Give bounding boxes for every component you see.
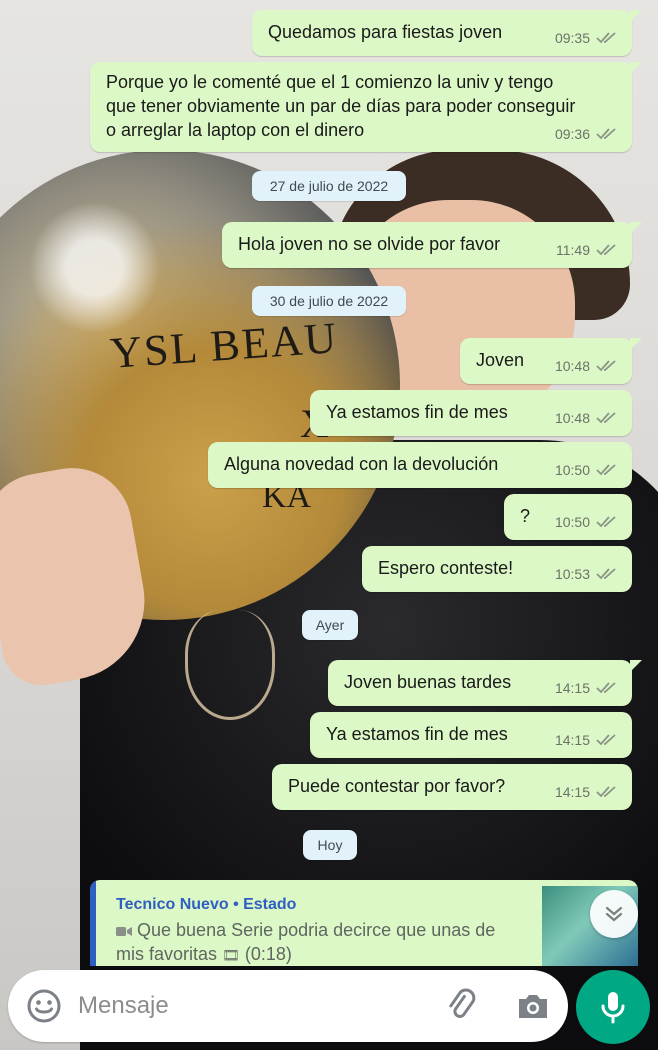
camera-icon[interactable] <box>514 988 552 1024</box>
reply-text: Que buena Serie podria decirce que unas … <box>116 918 506 966</box>
message-time: 09:35 <box>554 30 590 46</box>
double-check-icon <box>596 464 616 476</box>
film-emoji-icon: 🎞 <box>222 947 240 963</box>
double-check-icon <box>596 516 616 528</box>
message-text: Joven buenas tardes <box>344 672 512 692</box>
double-chevron-down-icon <box>605 906 623 922</box>
message-text: Ya estamos fin de mes <box>326 724 508 744</box>
message-text: Alguna novedad con la devolución <box>224 454 499 474</box>
message-time: 11:49 <box>556 242 590 258</box>
reply-sender: Tecnico Nuevo • Estado <box>116 896 297 913</box>
message-bubble[interactable]: ? 10:50 <box>504 494 632 540</box>
message-bubble[interactable]: Hola joven no se olvide por favor 11:49 <box>222 222 642 268</box>
reply-accent-bar <box>90 880 96 966</box>
emoji-icon[interactable] <box>26 988 62 1024</box>
message-bubble[interactable]: Porque yo le comenté que el 1 comienzo l… <box>90 62 642 152</box>
reply-duration: (0:18) <box>244 944 292 964</box>
date-separator: Hoy <box>303 830 357 860</box>
double-check-icon <box>596 734 616 746</box>
message-bubble[interactable]: Puede contestar por favor? 14:15 <box>272 764 632 810</box>
message-bubble[interactable]: Joven 10:48 <box>460 338 642 384</box>
double-check-icon <box>596 128 616 140</box>
double-check-icon <box>596 360 616 372</box>
microphone-icon <box>601 992 625 1024</box>
double-check-icon <box>596 568 616 580</box>
message-time: 10:50 <box>554 462 590 478</box>
message-time: 14:15 <box>554 680 590 696</box>
double-check-icon <box>596 244 616 256</box>
message-text: Hola joven no se olvide por favor <box>238 234 501 254</box>
message-bubble[interactable]: Quedamos para fiestas joven 09:35 <box>252 10 642 56</box>
double-check-icon <box>596 412 616 424</box>
video-camera-icon <box>116 926 132 936</box>
microphone-button[interactable] <box>576 970 650 1044</box>
message-text: Ya estamos fin de mes <box>326 402 508 422</box>
double-check-icon <box>596 682 616 694</box>
scroll-to-bottom-button[interactable] <box>590 890 638 938</box>
message-bubble[interactable]: Alguna novedad con la devolución 10:50 <box>208 442 632 488</box>
message-time: 14:15 <box>554 732 590 748</box>
paperclip-icon[interactable] <box>444 988 480 1024</box>
message-bubble[interactable]: Ya estamos fin de mes 10:48 <box>310 390 632 436</box>
date-separator: Ayer <box>302 610 358 640</box>
message-time: 10:53 <box>554 566 590 582</box>
double-check-icon <box>596 786 616 798</box>
date-separator: 30 de julio de 2022 <box>252 286 406 316</box>
message-time: 14:15 <box>554 784 590 800</box>
message-text: ? <box>520 506 531 526</box>
reply-message: Que buena Serie podria decirce que unas … <box>116 920 496 964</box>
message-list[interactable]: Quedamos para fiestas joven 09:35 Porque… <box>0 0 658 965</box>
status-reply-preview[interactable]: Tecnico Nuevo • Estado Que buena Serie p… <box>90 880 638 966</box>
message-bubble[interactable]: Joven buenas tardes 14:15 <box>328 660 642 706</box>
message-text: Puede contestar por favor? <box>288 776 506 796</box>
message-text: Quedamos para fiestas joven <box>268 22 503 42</box>
message-composer <box>8 970 568 1042</box>
double-check-icon <box>596 32 616 44</box>
message-time: 10:50 <box>554 514 590 530</box>
message-text: Espero conteste! <box>378 558 514 578</box>
message-time: 09:36 <box>554 126 590 142</box>
date-separator: 27 de julio de 2022 <box>252 171 406 201</box>
message-text: Joven <box>476 350 525 370</box>
message-bubble[interactable]: Espero conteste! 10:53 <box>362 546 632 592</box>
message-time: 10:48 <box>554 358 590 374</box>
message-bubble[interactable]: Ya estamos fin de mes 14:15 <box>310 712 632 758</box>
message-text: Porque yo le comenté que el 1 comienzo l… <box>106 72 576 140</box>
message-time: 10:48 <box>554 410 590 426</box>
message-input[interactable] <box>78 986 418 1026</box>
